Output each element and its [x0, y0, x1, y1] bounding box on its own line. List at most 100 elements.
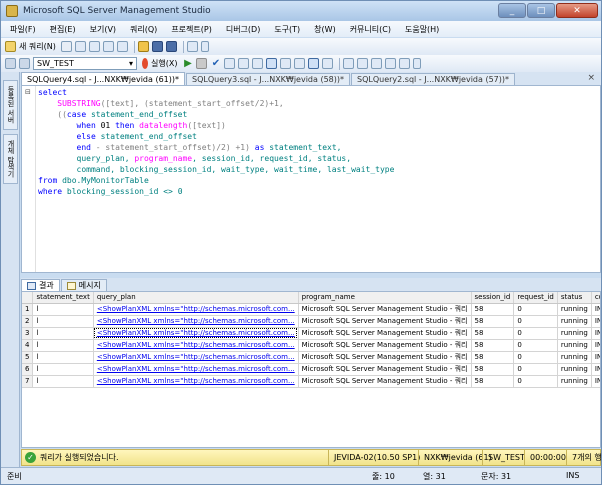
- results-grid[interactable]: statement_text query_plan program_name sess…: [21, 291, 601, 448]
- query-designer-icon[interactable]: [238, 58, 250, 69]
- parse-icon[interactable]: ✔: [210, 58, 221, 69]
- column-header[interactable]: program_name: [298, 292, 472, 304]
- table-cell: Microsoft SQL Server Management Studio -…: [298, 351, 472, 364]
- uncomment-icon[interactable]: [357, 58, 369, 69]
- menu-item-2[interactable]: 보기(V): [90, 24, 116, 35]
- table-row[interactable]: 1 l <ShowPlanXML xmlns="http://schemas.mic…: [22, 303, 600, 316]
- new-db-query-icon[interactable]: [60, 41, 72, 52]
- table-row[interactable]: 4 l <ShowPlanXML xmlns="http://schemas.mic…: [22, 339, 600, 352]
- menu-item-6[interactable]: 도구(T): [274, 24, 300, 35]
- debug-icon[interactable]: ▶: [182, 58, 193, 69]
- registered-servers-tab[interactable]: 등록된 서버: [3, 80, 18, 130]
- query-plan-link[interactable]: <ShowPlanXML xmlns="http://schemas.micro…: [93, 363, 299, 376]
- title-bar: Microsoft SQL Server Management Studio _…: [1, 1, 601, 21]
- toolbar-options-icon[interactable]: [413, 58, 422, 69]
- column-header[interactable]: request_id: [513, 292, 558, 304]
- table-row[interactable]: 3 l <ShowPlanXML xmlns="http://schemas.mic…: [22, 327, 600, 340]
- char-indicator: 문자: 31: [481, 472, 512, 481]
- table-cell: 58: [471, 363, 515, 376]
- row-number: 5: [22, 351, 34, 364]
- collapse-icon[interactable]: ⊟: [25, 88, 31, 96]
- results-grid-icon[interactable]: [308, 58, 320, 69]
- menu-item-4[interactable]: 프로젝트(P): [171, 24, 212, 35]
- code-line: command, blocking_session_id, wait_type,…: [38, 164, 395, 175]
- results-text-icon[interactable]: [294, 58, 306, 69]
- menu-item-0[interactable]: 파일(F): [10, 24, 36, 35]
- query-plan-link[interactable]: <ShowPlanXML xmlns="http://schemas.micro…: [93, 375, 299, 388]
- comment-icon[interactable]: [343, 58, 355, 69]
- query-plan-link[interactable]: <ShowPlanXML xmlns="http://schemas.micro…: [93, 351, 299, 364]
- save-icon[interactable]: [151, 41, 163, 52]
- menu-item-8[interactable]: 커뮤니티(C): [350, 24, 391, 35]
- code-line: else statement_end_offset: [38, 131, 394, 142]
- menu-item-9[interactable]: 도움말(H): [405, 24, 439, 35]
- activity-monitor-icon[interactable]: [186, 41, 198, 52]
- query-plan-link[interactable]: <ShowPlanXML xmlns="http://schemas.micro…: [93, 303, 299, 316]
- maximize-button[interactable]: □: [527, 3, 555, 18]
- analysis-icon[interactable]: [88, 41, 100, 52]
- menu-item-5[interactable]: 디버그(D): [226, 24, 260, 35]
- query-icon[interactable]: [74, 41, 86, 52]
- minimize-button[interactable]: _: [498, 3, 526, 18]
- change-connection-icon[interactable]: [19, 58, 30, 69]
- toolbar-separator: [133, 40, 135, 53]
- menu-item-3[interactable]: 쿼리(Q): [130, 24, 157, 35]
- client-stats-icon[interactable]: [280, 58, 292, 69]
- column-header[interactable]: command: [591, 292, 600, 304]
- code-token: select: [38, 88, 67, 97]
- new-query-button[interactable]: 새 쿼리(N): [19, 41, 56, 52]
- close-button[interactable]: ✕: [556, 3, 598, 18]
- table-row[interactable]: 6 l <ShowPlanXML xmlns="http://schemas.mic…: [22, 363, 600, 376]
- standard-toolbar: 새 쿼리(N): [1, 38, 601, 55]
- table-row[interactable]: 7 l <ShowPlanXML xmlns="http://schemas.mic…: [22, 375, 600, 388]
- tab-results[interactable]: 결과: [21, 279, 60, 291]
- display-plan-icon[interactable]: [224, 58, 236, 69]
- menu-item-7[interactable]: 창(W): [314, 24, 336, 35]
- indent-icon[interactable]: [385, 58, 397, 69]
- table-cell: 0: [513, 303, 558, 316]
- code-token: blocking_session_id <> 0: [62, 187, 183, 196]
- connect-icon[interactable]: [5, 58, 16, 69]
- table-row[interactable]: 5 l <ShowPlanXML xmlns="http://schemas.mic…: [22, 351, 600, 364]
- include-plan-icon[interactable]: [266, 58, 278, 69]
- tab-sqlquery2[interactable]: SQLQuery2.sql - J...NXK₩jevida (57))*: [351, 73, 515, 85]
- close-tab-icon[interactable]: ×: [587, 73, 595, 83]
- outdent-icon[interactable]: [371, 58, 383, 69]
- xmla-icon[interactable]: [116, 41, 128, 52]
- code-token: from: [38, 176, 58, 185]
- menu-item-1[interactable]: 편집(E): [50, 24, 76, 35]
- column-header[interactable]: query_plan: [93, 292, 299, 304]
- save-all-icon[interactable]: [165, 41, 177, 52]
- tab-sqlquery3[interactable]: SQLQuery3.sql - J...NXK₩jevida (58))*: [186, 73, 350, 85]
- row-number: 7: [22, 375, 34, 388]
- new-query-icon[interactable]: [5, 41, 16, 52]
- status-database: SW_TEST: [482, 450, 525, 465]
- table-cell: INSERT: [591, 375, 600, 388]
- code-area[interactable]: select SUBSTRING([text], (statement_star…: [38, 87, 394, 197]
- column-header[interactable]: session_id: [471, 292, 515, 304]
- cancel-query-icon[interactable]: [196, 58, 208, 69]
- query-plan-link[interactable]: <ShowPlanXML xmlns="http://schemas.micro…: [93, 315, 299, 328]
- column-header[interactable]: statement_text: [32, 292, 94, 304]
- database-select[interactable]: SW_TEST ▾: [33, 57, 137, 70]
- toolbar-options-icon[interactable]: [200, 41, 209, 52]
- table-cell: running: [557, 303, 592, 316]
- column-header[interactable]: status: [557, 292, 592, 304]
- insert-mode-indicator: INS: [566, 471, 580, 480]
- column-header[interactable]: [22, 292, 34, 304]
- mdx-icon[interactable]: [102, 41, 114, 52]
- sql-editor[interactable]: ⊟ select SUBSTRING([text], (statement_st…: [21, 85, 601, 273]
- open-file-icon[interactable]: [137, 41, 149, 52]
- query-plan-link[interactable]: <ShowPlanXML xmlns="http://schemas.micro…: [93, 339, 299, 352]
- object-explorer-tab[interactable]: 개체 탐색기: [3, 134, 18, 184]
- execute-button[interactable]: 실행(X): [151, 58, 177, 69]
- tab-sqlquery4[interactable]: SQLQuery4.sql - J...NXK₩jevida (61))*: [21, 72, 185, 85]
- intellisense-icon[interactable]: [252, 58, 264, 69]
- code-token: SUBSTRING: [57, 99, 101, 108]
- query-plan-link[interactable]: <ShowPlanXML xmlns="http://schemas.micro…: [93, 327, 299, 340]
- table-row[interactable]: 2 l <ShowPlanXML xmlns="http://schemas.mic…: [22, 315, 600, 328]
- results-file-icon[interactable]: [322, 58, 334, 69]
- tab-messages[interactable]: 메시지: [60, 279, 107, 291]
- specify-values-icon[interactable]: [399, 58, 411, 69]
